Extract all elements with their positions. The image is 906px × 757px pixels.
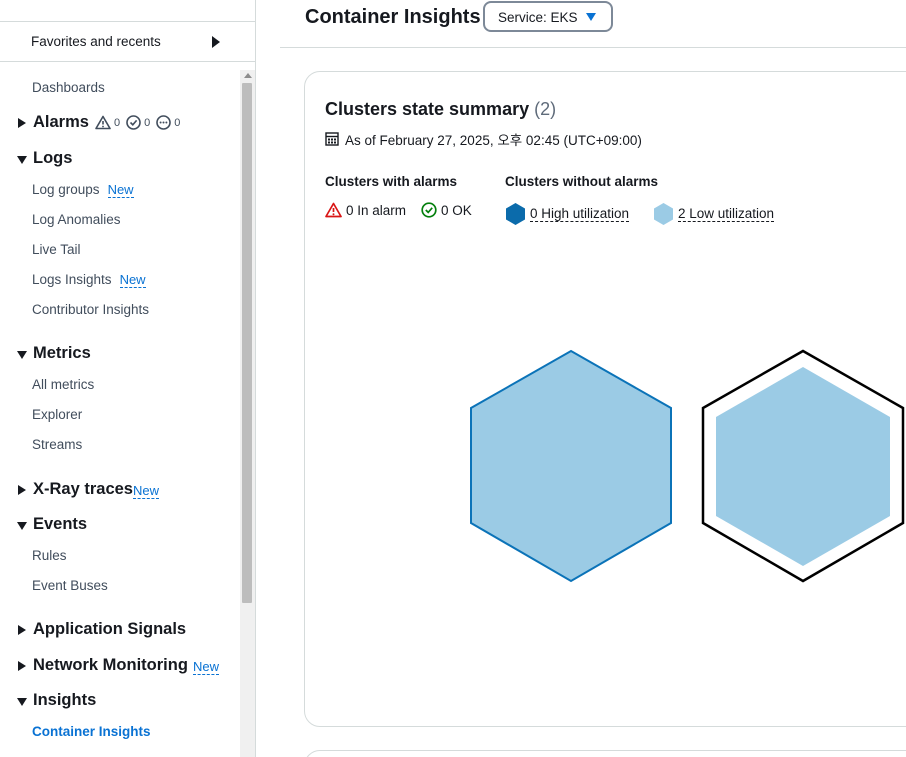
nav-streams[interactable]: Streams [32, 437, 82, 452]
caret-down-icon [586, 13, 596, 21]
cluster-hexagon-map [470, 349, 905, 583]
nav-logs-insights[interactable]: Logs Insights New [32, 272, 146, 288]
cluster-hexagon[interactable] [470, 349, 672, 583]
side-navigation: Favorites and recents Dashboards Alarms … [0, 0, 256, 757]
caret-right-icon [18, 625, 26, 635]
caret-down-icon [17, 156, 27, 164]
nav-dashboards[interactable]: Dashboards [32, 80, 105, 95]
caret-down-icon [17, 522, 27, 530]
section-title: Logs [33, 149, 73, 167]
page-title: Container Insights [305, 6, 481, 28]
section-title: Network Monitoring [33, 656, 188, 674]
alarm-counts: 0 0 0 [95, 115, 180, 130]
divider [280, 47, 906, 48]
service-select[interactable]: Service: EKS [483, 1, 613, 32]
sidebar-scrollbar[interactable] [240, 70, 255, 757]
nav-section-insights[interactable]: Insights [0, 690, 240, 714]
ellipsis-circle-icon [156, 115, 172, 130]
nav-container-insights[interactable]: Container Insights [32, 724, 151, 739]
caret-right-icon [18, 485, 26, 495]
new-badge[interactable]: New [107, 183, 134, 198]
insufficient-count: 0 [156, 115, 180, 130]
new-badge[interactable]: New [133, 484, 160, 499]
caret-down-icon [17, 698, 27, 706]
nav-section-alarms[interactable]: Alarms 0 0 0 [0, 112, 240, 136]
nav-section-xray[interactable]: X-Ray traces New [0, 479, 240, 503]
warning-triangle-icon [95, 115, 111, 130]
caret-right-icon [18, 661, 26, 671]
ok-count: 0 [126, 115, 150, 130]
new-badge[interactable]: New [193, 660, 220, 675]
section-title: Alarms [33, 113, 89, 131]
section-title: Application Signals [33, 620, 187, 638]
nav-section-metrics[interactable]: Metrics [0, 343, 240, 367]
section-title: Insights [33, 691, 97, 709]
scroll-thumb[interactable] [242, 83, 252, 603]
nav-label: Log groups [32, 182, 100, 197]
nav-contributor-insights[interactable]: Contributor Insights [32, 302, 149, 317]
section-title: Metrics [33, 344, 91, 362]
nav-section-events[interactable]: Events [0, 514, 240, 538]
favorites-label: Favorites and recents [31, 34, 161, 49]
nav-log-anomalies[interactable]: Log Anomalies [32, 212, 121, 227]
nav-log-groups[interactable]: Log groups New [32, 182, 134, 198]
caret-down-icon [17, 351, 27, 359]
count: 0 [114, 116, 121, 129]
nav-section-network-monitoring[interactable]: Network Monitoring New [0, 655, 240, 679]
main-content: Container Insights Service: EKS Clusters… [256, 0, 906, 757]
caret-right-icon [18, 118, 26, 128]
nav-list: Dashboards Alarms 0 0 0 Logs Log groups … [0, 62, 240, 757]
service-select-value: Service: EKS [498, 10, 578, 25]
scroll-up-arrow-icon[interactable] [244, 73, 252, 78]
nav-section-logs[interactable]: Logs [0, 148, 240, 172]
new-badge[interactable]: New [119, 273, 146, 288]
nav-event-buses[interactable]: Event Buses [32, 578, 108, 593]
section-title: X-Ray traces [33, 480, 133, 498]
nav-section-application-signals[interactable]: Application Signals [0, 619, 240, 643]
count: 0 [144, 116, 151, 129]
clusters-state-summary-card: Clusters state summary (2) As of Februar… [304, 71, 906, 727]
in-alarm-count: 0 [95, 115, 120, 130]
nav-explorer[interactable]: Explorer [32, 407, 82, 422]
nav-live-tail[interactable]: Live Tail [32, 242, 81, 257]
check-circle-icon [126, 115, 141, 130]
caret-right-icon [212, 36, 220, 48]
nav-rules[interactable]: Rules [32, 548, 67, 563]
next-card [304, 750, 906, 757]
nav-all-metrics[interactable]: All metrics [32, 377, 94, 392]
nav-label: Logs Insights [32, 272, 112, 287]
favorites-and-recents[interactable]: Favorites and recents [0, 21, 255, 62]
count: 0 [174, 116, 181, 129]
section-title: Events [33, 515, 88, 533]
